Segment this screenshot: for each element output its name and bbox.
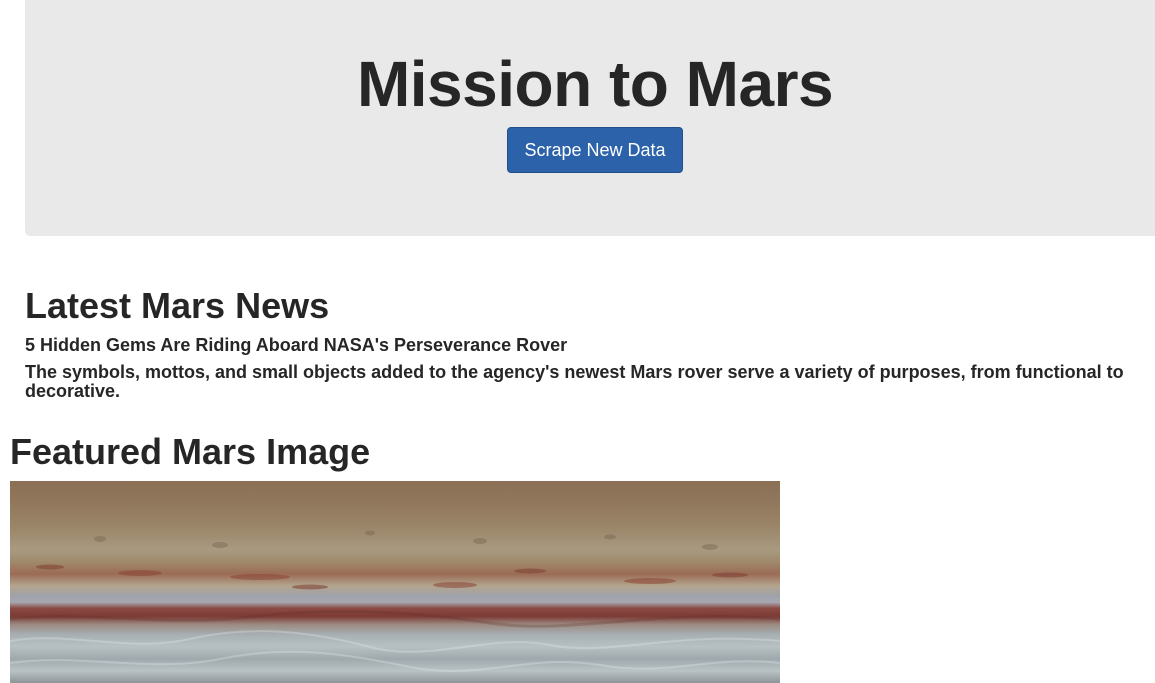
featured-image-section: Featured Mars Image <box>10 430 780 683</box>
news-heading: Latest Mars News <box>25 285 330 326</box>
scrape-new-data-button[interactable]: Scrape New Data <box>507 127 683 173</box>
news-paragraph: The symbols, mottos, and small objects a… <box>25 362 1124 401</box>
news-title: 5 Hidden Gems Are Riding Aboard NASA's P… <box>25 335 568 355</box>
featured-mars-image <box>10 481 780 683</box>
featured-image-heading: Featured Mars Image <box>10 431 371 472</box>
page-title: Mission to Mars <box>356 48 834 120</box>
latest-news-section: Latest Mars News 5 Hidden Gems Are Ridin… <box>25 284 1135 401</box>
jumbotron-header: Mission to Mars Scrape New Data <box>25 0 1155 236</box>
planet-bands-graphic <box>10 530 780 673</box>
